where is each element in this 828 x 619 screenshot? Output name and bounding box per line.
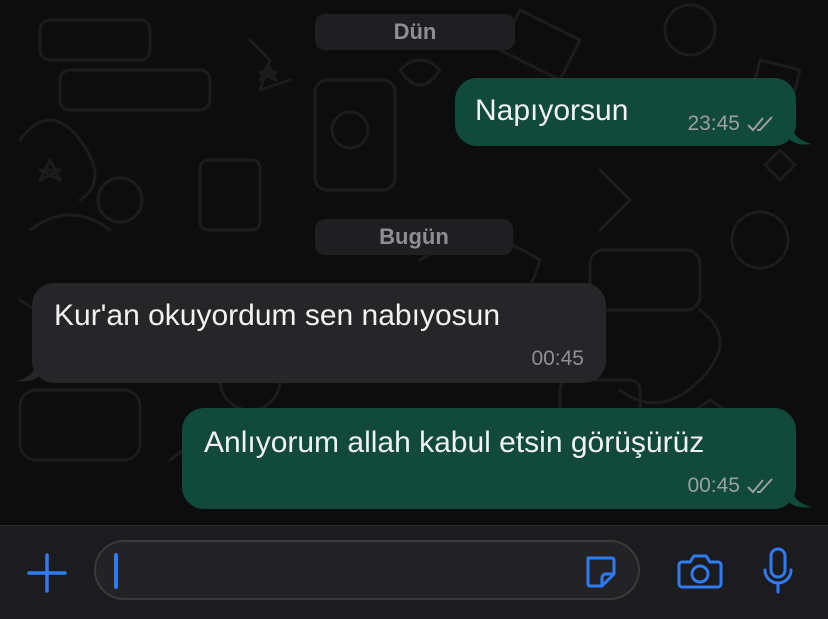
message-meta: 00:45 [531, 347, 584, 371]
message-time: 23:45 [687, 112, 740, 135]
message-text: Anlıyorum allah kabul etsin görüşürüz [204, 426, 705, 459]
camera-button[interactable] [676, 550, 724, 592]
double-check-icon [747, 478, 773, 494]
bubble-tail [16, 361, 38, 382]
microphone-icon [763, 547, 793, 594]
message-composer [0, 525, 828, 619]
message-input[interactable] [94, 540, 640, 600]
message-time: 00:45 [687, 474, 740, 497]
message-outgoing[interactable]: Anlıyorum allah kabul etsin görüşürüz 00… [182, 408, 796, 509]
message-incoming[interactable]: Kur'an okuyordum sen nabıyosun 00:45 [32, 283, 606, 383]
sticker-icon [586, 556, 616, 588]
chat-area[interactable]: Dün Napıyorsun 23:45 Bugün Kur'an okuyor… [0, 0, 828, 525]
voice-message-button[interactable] [760, 546, 796, 596]
bubble-tail [790, 487, 812, 508]
message-outgoing[interactable]: Napıyorsun 23:45 [455, 78, 796, 146]
text-caret [114, 553, 118, 589]
message-text: Kur'an okuyordum sen nabıyosun [54, 299, 501, 332]
message-time: 00:45 [531, 347, 584, 370]
bubble-tail [790, 124, 812, 145]
sticker-button[interactable] [582, 554, 618, 590]
date-label: Dün [393, 19, 437, 44]
double-check-icon [747, 116, 773, 132]
plus-icon [27, 553, 67, 593]
message-meta: 00:45 [687, 474, 776, 498]
date-separator-today: Bugün [315, 219, 513, 255]
date-label: Bugün [379, 224, 449, 249]
date-separator-yesterday: Dün [315, 14, 515, 50]
message-text: Napıyorsun [475, 94, 629, 127]
camera-icon [677, 554, 723, 589]
attach-button[interactable] [26, 552, 68, 594]
message-meta: 23:45 [687, 112, 776, 136]
